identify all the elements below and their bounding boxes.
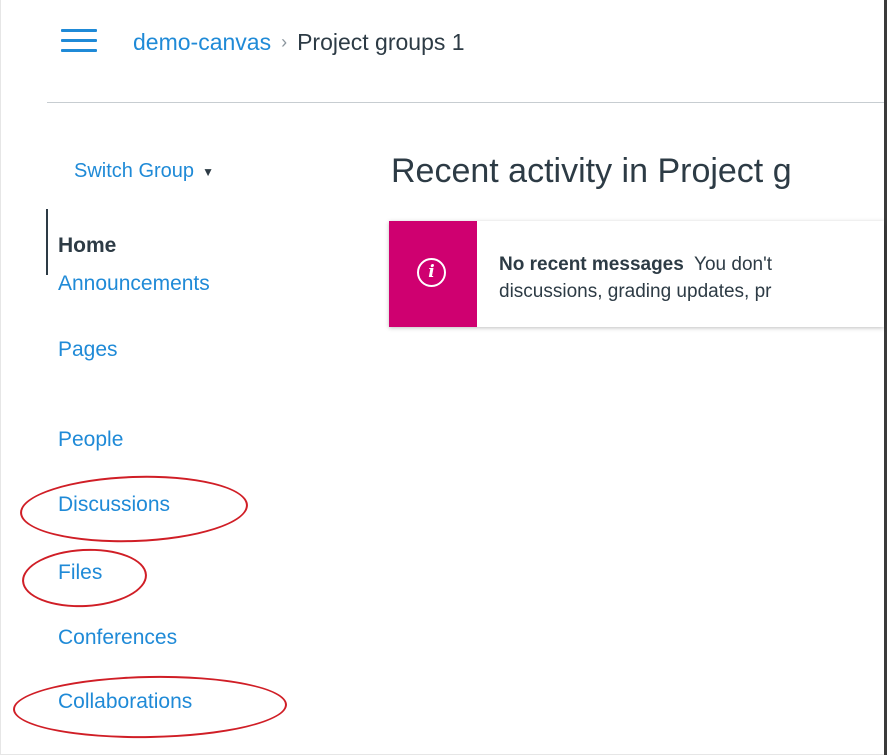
caret-down-icon: ▼ — [202, 164, 214, 179]
active-nav-indicator — [46, 209, 48, 275]
nav-item-files[interactable]: Files — [58, 561, 102, 585]
nav-item-home[interactable]: Home — [58, 234, 116, 258]
nav-item-conferences[interactable]: Conferences — [58, 626, 177, 650]
alert-text-line1: You don't — [694, 254, 772, 275]
nav-item-discussions[interactable]: Discussions — [58, 493, 170, 517]
menu-icon-bar — [61, 29, 97, 32]
nav-item-people[interactable]: People — [58, 428, 123, 452]
menu-icon-bar — [61, 49, 97, 52]
nav-item-announcements[interactable]: Announcements — [58, 272, 210, 296]
nav-item-collaborations[interactable]: Collaborations — [58, 690, 192, 714]
alert-accent: i — [389, 221, 477, 327]
chevron-right-icon: › — [281, 31, 288, 52]
info-icon: i — [417, 258, 446, 287]
alert-text-line2: discussions, grading updates, pr — [499, 281, 772, 302]
nav-item-pages[interactable]: Pages — [58, 338, 118, 362]
breadcrumb-course-link[interactable]: demo-canvas — [133, 29, 271, 56]
alert-heading: No recent messages — [499, 254, 684, 275]
menu-icon[interactable] — [61, 29, 97, 53]
breadcrumb-current: Project groups 1 — [297, 28, 465, 55]
breadcrumb: demo-canvas › Project groups 1 — [133, 26, 465, 58]
switch-group-label: Switch Group — [74, 160, 195, 182]
header-divider — [47, 102, 884, 103]
switch-group-button[interactable]: Switch Group ▼ — [74, 160, 214, 183]
page-title: Recent activity in Project g — [391, 152, 792, 190]
menu-icon-bar — [61, 39, 97, 42]
no-messages-alert: i No recent messages You don't discussio… — [389, 221, 884, 327]
alert-message: No recent messages You don't discussions… — [499, 251, 879, 305]
